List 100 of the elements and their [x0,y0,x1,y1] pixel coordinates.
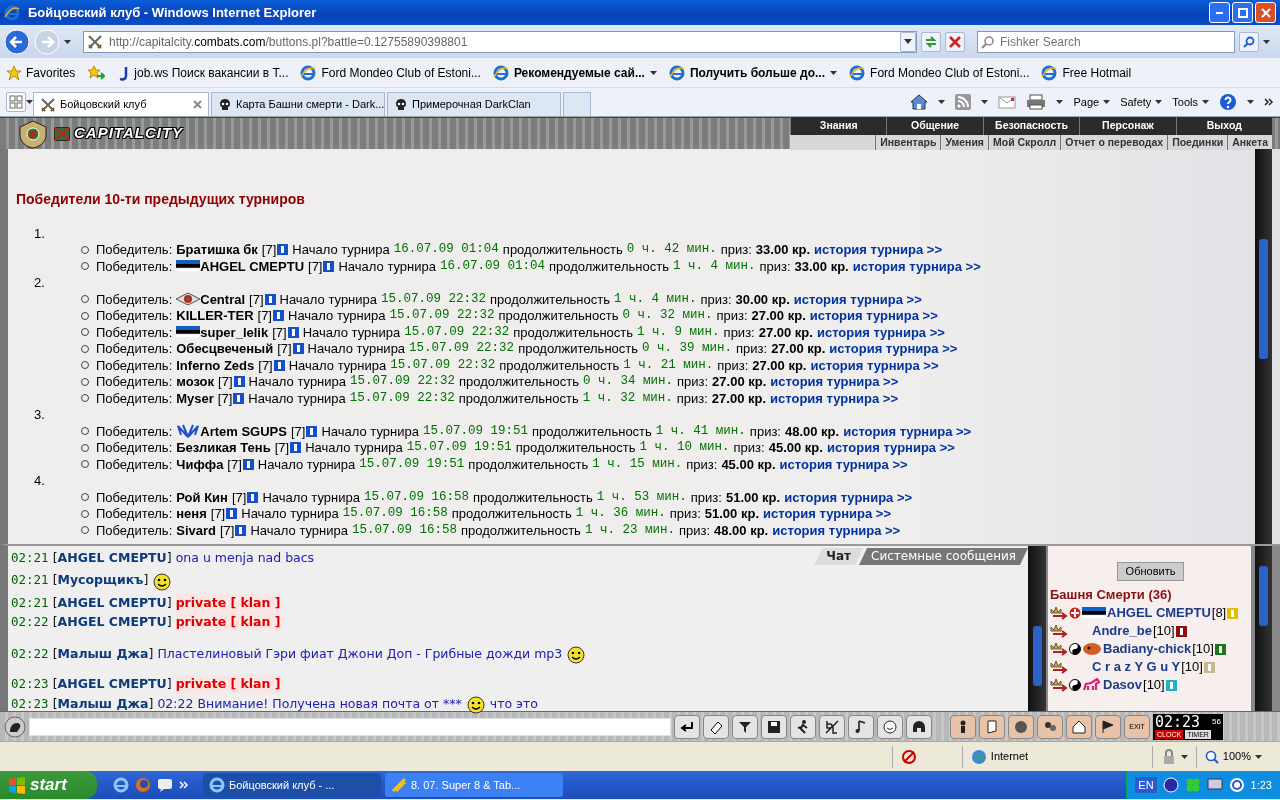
info-icon[interactable] [264,293,276,305]
winner-name[interactable]: Рой Кин [176,487,228,507]
invite-arrow-icon[interactable] [1050,677,1068,693]
favorite-link[interactable]: Рекомендуемые сай... [492,63,657,82]
invite-arrow-icon[interactable] [1050,623,1068,639]
history-link[interactable]: история турнира >> [793,289,922,309]
player-name[interactable]: Andre_be [1092,621,1152,641]
info-icon[interactable] [247,491,259,503]
info-icon[interactable] [226,508,238,520]
player-name[interactable]: Dasov [1103,675,1143,695]
monitor-icon[interactable] [1206,777,1223,793]
privacy-icon[interactable] [900,748,917,765]
info-icon[interactable] [1175,625,1187,637]
toolbar-button[interactable] [819,714,845,739]
game-menu-item[interactable]: Знания [790,116,887,135]
game-menu-item[interactable]: Персонаж [1079,116,1176,135]
chat-nick[interactable]: [AHGEL CMEPTU] [52,549,172,568]
command-menu[interactable]: Tools [1172,93,1209,111]
info-icon[interactable] [233,392,245,404]
chevron-icon[interactable] [1264,97,1274,107]
tab-close-icon[interactable] [193,100,202,109]
toolbar-button[interactable] [877,714,903,739]
favorite-link[interactable]: Ford Mondeo Club of Estoni... [300,63,481,82]
toolbar-button[interactable] [732,714,758,739]
chat-tab[interactable]: Системные сообщения [859,548,1028,565]
player-name[interactable]: C r a z Y G u Y [1092,657,1181,677]
search-field[interactable]: Fishker Search [977,30,1235,53]
game-menu-item[interactable]: Выход [1175,116,1273,135]
home-icon[interactable] [910,94,929,110]
invite-arrow-icon[interactable] [1050,641,1068,657]
toolbar-button[interactable] [906,714,932,739]
toolbar-button[interactable] [761,714,787,739]
address-field[interactable]: http://capitalcity.combats.com/buttons.pl?battle=0.12755890398801 [83,30,917,53]
taskbar-button[interactable]: Бойцовский клуб - ... [203,773,381,797]
info-icon[interactable] [277,244,289,256]
scrollbar[interactable] [1255,546,1272,711]
info-icon[interactable] [233,376,245,388]
refresh-list-button[interactable]: Обновить [1116,562,1185,581]
info-icon[interactable] [292,343,304,355]
toolbar-button[interactable] [1037,714,1063,739]
favorites-button[interactable]: Favorites [6,63,76,82]
winner-name[interactable]: Artem SGUPS [200,421,287,441]
info-icon[interactable] [242,458,254,470]
speaker-head-icon[interactable] [4,715,26,738]
quick-tabs-button[interactable] [6,92,26,112]
chat-nick[interactable]: [Мусорщикъ] [52,571,149,591]
player-name[interactable]: AHGEL CMEPTU [1107,603,1211,623]
taskbar-button[interactable]: 8. 07. Super 8 & Tab... [385,773,563,797]
refresh-button[interactable] [921,31,941,52]
favorite-link[interactable]: job.ws Поиск вакансии в Т... [117,63,289,82]
feed-icon[interactable] [955,94,972,110]
browser-tab[interactable]: Примерочная DarkClan [387,92,561,116]
chat-tab[interactable]: Чат [814,548,864,565]
player-name[interactable]: Badiany-chick [1103,639,1192,659]
toolbar-button[interactable] [950,714,976,739]
mail-icon[interactable] [998,95,1017,109]
chat-nick[interactable]: [AHGEL CMEPTU] [52,675,172,694]
chat-bubble-icon[interactable] [157,777,173,793]
address-dropdown-button[interactable] [900,31,916,52]
invite-arrow-icon[interactable] [1050,659,1068,675]
help-icon[interactable] [1219,93,1237,111]
info-icon[interactable] [323,260,335,272]
info-icon[interactable] [273,359,285,371]
network-icon[interactable] [1162,777,1179,793]
game-menu-item[interactable]: Общение [886,116,983,135]
scrollbar[interactable] [1255,149,1272,544]
favorite-link[interactable]: Free Hotmail [1041,63,1132,82]
scrollbar[interactable] [1028,546,1046,711]
back-button[interactable] [4,28,30,55]
browser-tab[interactable]: Бойцовский клуб [33,92,209,116]
info-icon[interactable] [273,310,284,322]
favorite-link[interactable]: Получить больше до... [668,63,838,82]
toolbar-button[interactable] [1095,714,1121,739]
history-link[interactable]: история турнира >> [843,421,972,441]
command-menu[interactable]: Page [1073,93,1111,111]
chat-input-field[interactable] [29,717,671,736]
toolbar-button[interactable] [790,714,816,739]
chat-nick[interactable]: [Малыш Джа] [52,694,154,714]
info-icon[interactable] [235,524,247,536]
winner-name[interactable]: Central [200,289,246,309]
ie-logo-icon[interactable] [113,777,129,793]
history-link[interactable]: история турнира >> [784,487,913,507]
info-icon[interactable] [306,425,318,437]
game-menu-item[interactable]: Безопасность [982,116,1080,135]
browser-tab[interactable]: Карта Башни смерти - Dark... [211,92,385,116]
command-menu[interactable]: Safety [1120,93,1163,111]
toolbar-button[interactable] [703,714,729,739]
stop-button[interactable] [945,31,965,52]
start-button[interactable]: start [0,771,97,799]
minimize-button[interactable] [1209,2,1230,23]
info-icon[interactable] [1214,643,1226,655]
send-button[interactable] [674,714,700,739]
close-button[interactable] [1255,2,1276,23]
search-button[interactable] [1239,31,1259,52]
chat-nick[interactable]: [AHGEL CMEPTU] [52,593,172,613]
toolbar-button[interactable] [1066,714,1092,739]
toolbar-button[interactable] [848,714,874,739]
add-favorite-icon[interactable] [87,64,106,81]
invite-arrow-icon[interactable] [1050,605,1068,621]
favorite-link[interactable]: Ford Mondeo Club of Estoni... [849,63,1030,82]
